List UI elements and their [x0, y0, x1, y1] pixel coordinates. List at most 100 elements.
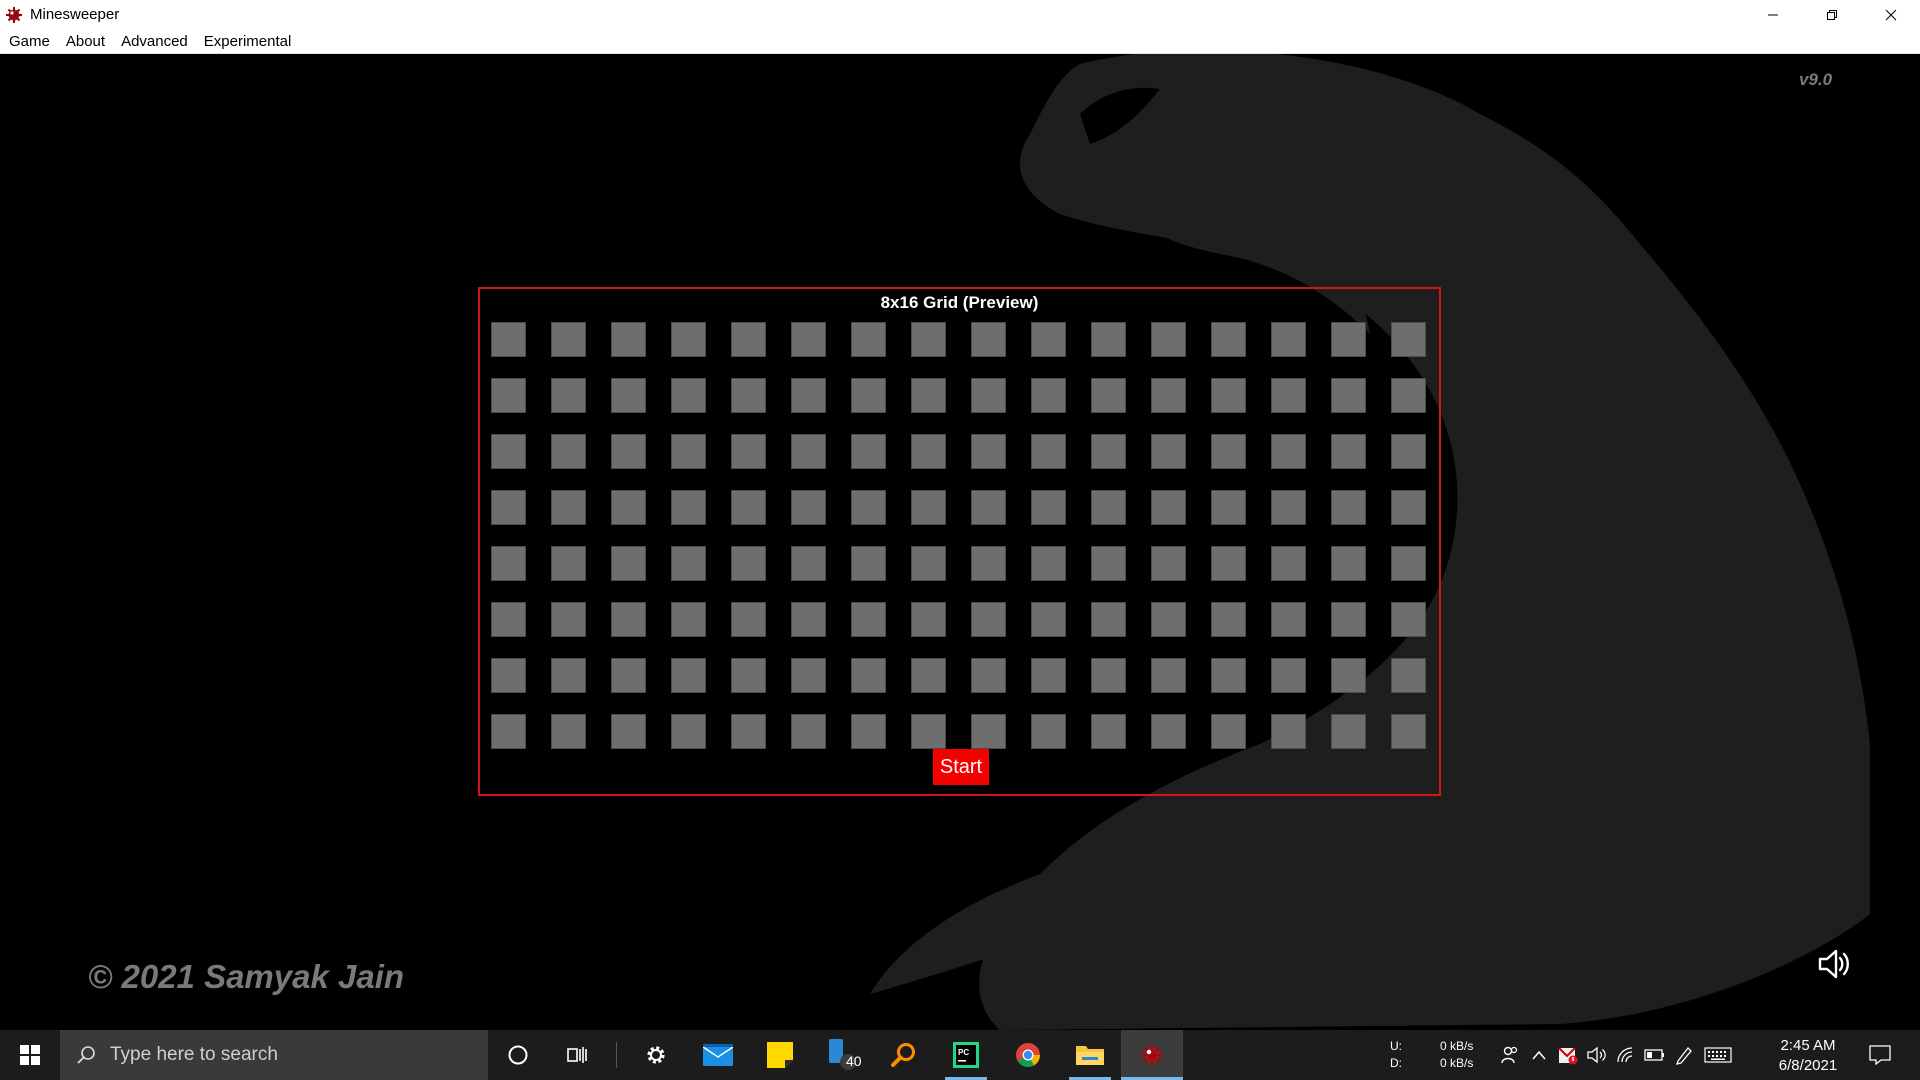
grid-cell[interactable]: [1211, 378, 1246, 413]
grid-cell[interactable]: [1391, 378, 1426, 413]
grid-cell[interactable]: [671, 322, 706, 357]
taskbar-file-explorer[interactable]: [1059, 1030, 1121, 1080]
grid-cell[interactable]: [791, 658, 826, 693]
grid-cell[interactable]: [1211, 434, 1246, 469]
grid-cell[interactable]: [1151, 378, 1186, 413]
grid-cell[interactable]: [551, 714, 586, 749]
grid-cell[interactable]: [791, 714, 826, 749]
grid-cell[interactable]: [1031, 714, 1066, 749]
grid-cell[interactable]: [491, 490, 526, 525]
grid-cell[interactable]: [911, 658, 946, 693]
grid-cell[interactable]: [971, 378, 1006, 413]
taskbar-search-box[interactable]: Type here to search: [60, 1030, 488, 1080]
grid-cell[interactable]: [911, 490, 946, 525]
taskbar-search-everything[interactable]: [873, 1030, 935, 1080]
grid-cell[interactable]: [1391, 714, 1426, 749]
grid-cell[interactable]: [1091, 658, 1126, 693]
grid-cell[interactable]: [971, 434, 1006, 469]
grid-cell[interactable]: [1391, 322, 1426, 357]
grid-cell[interactable]: [611, 546, 646, 581]
menu-experimental[interactable]: Experimental: [196, 33, 300, 50]
grid-cell[interactable]: [1331, 322, 1366, 357]
grid-cell[interactable]: [911, 714, 946, 749]
grid-cell[interactable]: [671, 714, 706, 749]
grid-cell[interactable]: [731, 602, 766, 637]
grid-cell[interactable]: [1031, 378, 1066, 413]
taskbar-mail[interactable]: [687, 1030, 749, 1080]
grid-cell[interactable]: [551, 434, 586, 469]
grid-cell[interactable]: [1391, 434, 1426, 469]
grid-cell[interactable]: [611, 378, 646, 413]
grid-cell[interactable]: [1391, 658, 1426, 693]
taskbar-minesweeper[interactable]: [1121, 1030, 1183, 1080]
grid-cell[interactable]: [971, 546, 1006, 581]
grid-cell[interactable]: [1151, 658, 1186, 693]
grid-cell[interactable]: [671, 546, 706, 581]
grid-cell[interactable]: [491, 658, 526, 693]
grid-cell[interactable]: [1331, 602, 1366, 637]
grid-cell[interactable]: [911, 546, 946, 581]
battery-button[interactable]: [1640, 1030, 1669, 1080]
taskbar-sticky-notes[interactable]: [749, 1030, 811, 1080]
grid-cell[interactable]: [1271, 546, 1306, 581]
grid-cell[interactable]: [1211, 658, 1246, 693]
grid-cell[interactable]: [731, 714, 766, 749]
grid-cell[interactable]: [1151, 546, 1186, 581]
grid-cell[interactable]: [671, 658, 706, 693]
grid-cell[interactable]: [791, 602, 826, 637]
grid-cell[interactable]: [1211, 714, 1246, 749]
grid-cell[interactable]: [491, 602, 526, 637]
grid-cell[interactable]: [851, 434, 886, 469]
grid-cell[interactable]: [1211, 490, 1246, 525]
menu-game[interactable]: Game: [0, 33, 58, 50]
grid-cell[interactable]: [1271, 434, 1306, 469]
menu-advanced[interactable]: Advanced: [113, 33, 196, 50]
taskbar-clock[interactable]: 2:45 AM 6/8/2021: [1770, 1036, 1846, 1076]
grid-cell[interactable]: [971, 602, 1006, 637]
grid-cell[interactable]: [791, 546, 826, 581]
grid-cell[interactable]: [551, 378, 586, 413]
grid-cell[interactable]: [791, 378, 826, 413]
grid-cell[interactable]: [851, 490, 886, 525]
grid-cell[interactable]: [911, 378, 946, 413]
grid-cell[interactable]: [971, 322, 1006, 357]
grid-cell[interactable]: [1211, 602, 1246, 637]
grid-cell[interactable]: [1151, 714, 1186, 749]
grid-cell[interactable]: [1331, 490, 1366, 525]
grid-cell[interactable]: [1331, 546, 1366, 581]
antivirus-tray-button[interactable]: [1553, 1030, 1582, 1080]
volume-button[interactable]: [1582, 1030, 1611, 1080]
grid-cell[interactable]: [1211, 546, 1246, 581]
grid-cell[interactable]: [551, 322, 586, 357]
grid-cell[interactable]: [1331, 658, 1366, 693]
grid-cell[interactable]: [491, 322, 526, 357]
grid-cell[interactable]: [1091, 546, 1126, 581]
restore-button[interactable]: [1802, 0, 1861, 29]
grid-cell[interactable]: [1031, 658, 1066, 693]
grid-cell[interactable]: [611, 714, 646, 749]
grid-cell[interactable]: [611, 602, 646, 637]
grid-cell[interactable]: [1211, 322, 1246, 357]
grid-cell[interactable]: [1391, 490, 1426, 525]
grid-cell[interactable]: [791, 490, 826, 525]
grid-cell[interactable]: [1331, 378, 1366, 413]
grid-cell[interactable]: [911, 322, 946, 357]
menu-about[interactable]: About: [58, 33, 113, 50]
grid-cell[interactable]: [1271, 602, 1306, 637]
pen-workspace-button[interactable]: [1669, 1030, 1698, 1080]
grid-cell[interactable]: [1031, 434, 1066, 469]
grid-cell[interactable]: [971, 714, 1006, 749]
touch-keyboard-button[interactable]: [1698, 1030, 1738, 1080]
taskbar-phone[interactable]: 40: [811, 1030, 873, 1080]
wifi-button[interactable]: [1611, 1030, 1640, 1080]
grid-cell[interactable]: [911, 602, 946, 637]
grid-cell[interactable]: [1091, 378, 1126, 413]
grid-cell[interactable]: [1271, 490, 1306, 525]
people-button[interactable]: [1495, 1030, 1524, 1080]
grid-cell[interactable]: [1391, 546, 1426, 581]
grid-cell[interactable]: [731, 378, 766, 413]
action-center-button[interactable]: [1860, 1030, 1900, 1080]
grid-cell[interactable]: [1391, 602, 1426, 637]
grid-cell[interactable]: [1031, 490, 1066, 525]
grid-cell[interactable]: [791, 434, 826, 469]
